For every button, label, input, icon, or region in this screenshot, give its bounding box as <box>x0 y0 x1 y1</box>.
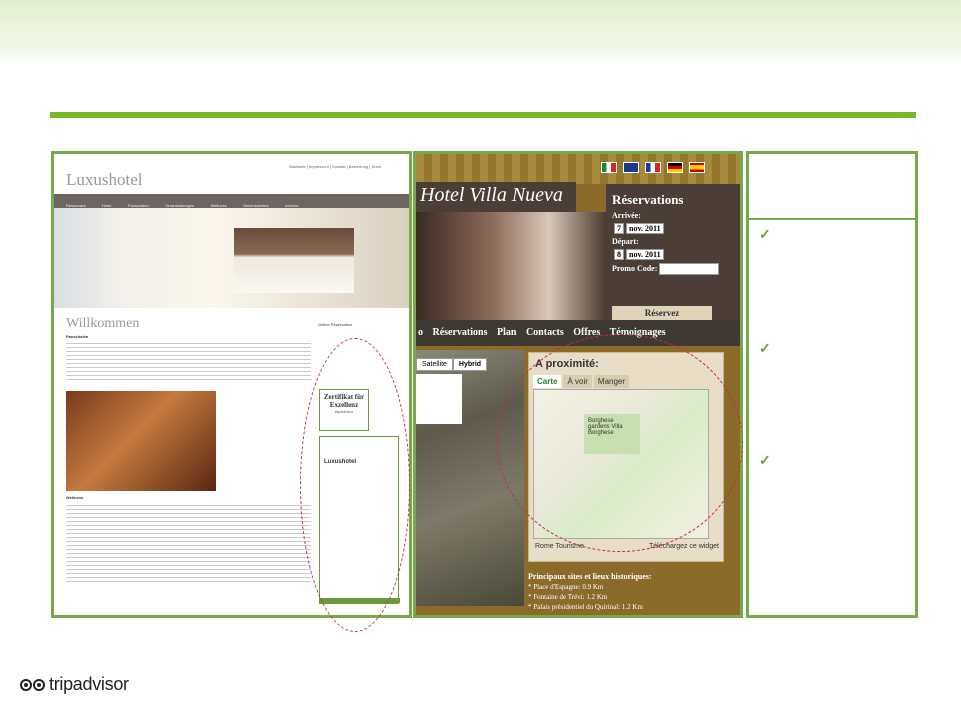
check-icon: ✓ <box>759 340 771 356</box>
subheading: Pauschalen <box>66 334 89 339</box>
flag-uk-icon[interactable] <box>623 162 639 173</box>
top-links[interactable]: Startseite | Impressum | Kontakt | Bewer… <box>289 164 381 169</box>
nav-item[interactable]: o <box>418 327 423 338</box>
departure-label: Départ: <box>612 237 639 246</box>
reserve-button[interactable]: Réservez <box>612 306 712 320</box>
sites-title: Principaux sites et lieux historiques: <box>528 572 652 581</box>
map-info-bubble <box>416 374 462 424</box>
check-icon: ✓ <box>759 226 771 242</box>
flag-germany-icon[interactable] <box>667 162 683 173</box>
arrival-label: Arrivée: <box>612 211 641 220</box>
nav-item[interactable]: Contacts <box>526 327 564 338</box>
benefits-header <box>749 154 915 220</box>
site-logo[interactable]: Luxushotel <box>66 170 143 190</box>
hotel-room-photo <box>416 212 606 320</box>
site-item: * Place d'Espagne: 0.9 Km <box>528 583 604 591</box>
tripadvisor-wordmark: tripadvisor <box>49 674 129 694</box>
site-item: * Palais présidentiel du Quirinal: 1.2 K… <box>528 603 643 611</box>
hero-image <box>54 208 409 308</box>
hero-bed <box>234 228 354 293</box>
welcome-heading: Willkommen <box>66 316 140 331</box>
reservation-title: Réservations <box>612 192 684 207</box>
body-text <box>66 504 311 584</box>
hybrid-button[interactable]: Hybrid <box>452 358 488 371</box>
satellite-button[interactable]: Satellite <box>416 358 453 371</box>
map-type-buttons: Satellite Hybrid <box>416 358 488 371</box>
tripadvisor-logo: tripadvisor <box>20 674 129 695</box>
nav-item[interactable]: Réservations <box>433 327 488 338</box>
body-text <box>66 342 311 382</box>
nav-item[interactable]: Plan <box>497 327 516 338</box>
highlight-ellipse <box>497 334 743 552</box>
flag-spain-icon[interactable] <box>689 162 705 173</box>
site-nav: Restaurant Hotel Pauschalen Veranstaltun… <box>54 194 409 208</box>
departure-day-select[interactable]: 8 <box>614 249 624 260</box>
flag-italy-icon[interactable] <box>601 162 617 173</box>
header-banner <box>0 0 961 64</box>
highlight-ellipse <box>300 338 410 632</box>
promo-label: Promo Code: <box>612 263 658 273</box>
title-rule <box>50 112 916 118</box>
benefits-panel: ✓ ✓ ✓ <box>746 151 918 618</box>
departure-month-select[interactable]: nov. 2011 <box>626 249 664 260</box>
reservation-title: Online Reservation <box>318 322 353 327</box>
language-flags <box>601 162 705 173</box>
promo-code-input[interactable] <box>659 263 720 275</box>
arrival-month-select[interactable]: nov. 2011 <box>626 223 664 234</box>
lobby-image <box>66 391 216 491</box>
reservation-form: Réservations Arrivée: 7 nov. 2011 Départ:… <box>606 184 740 320</box>
flag-france-icon[interactable] <box>645 162 661 173</box>
arrival-day-select[interactable]: 7 <box>614 223 624 234</box>
historic-sites: Principaux sites et lieux historiques: *… <box>528 570 652 611</box>
check-icon: ✓ <box>759 452 771 468</box>
site-item: * Fontaine de Trévi: 1.2 Km <box>528 593 608 601</box>
hotel-title: Hotel Villa Nueva <box>416 182 576 212</box>
section-heading: Wellness <box>66 495 84 500</box>
owl-icon <box>20 678 45 691</box>
